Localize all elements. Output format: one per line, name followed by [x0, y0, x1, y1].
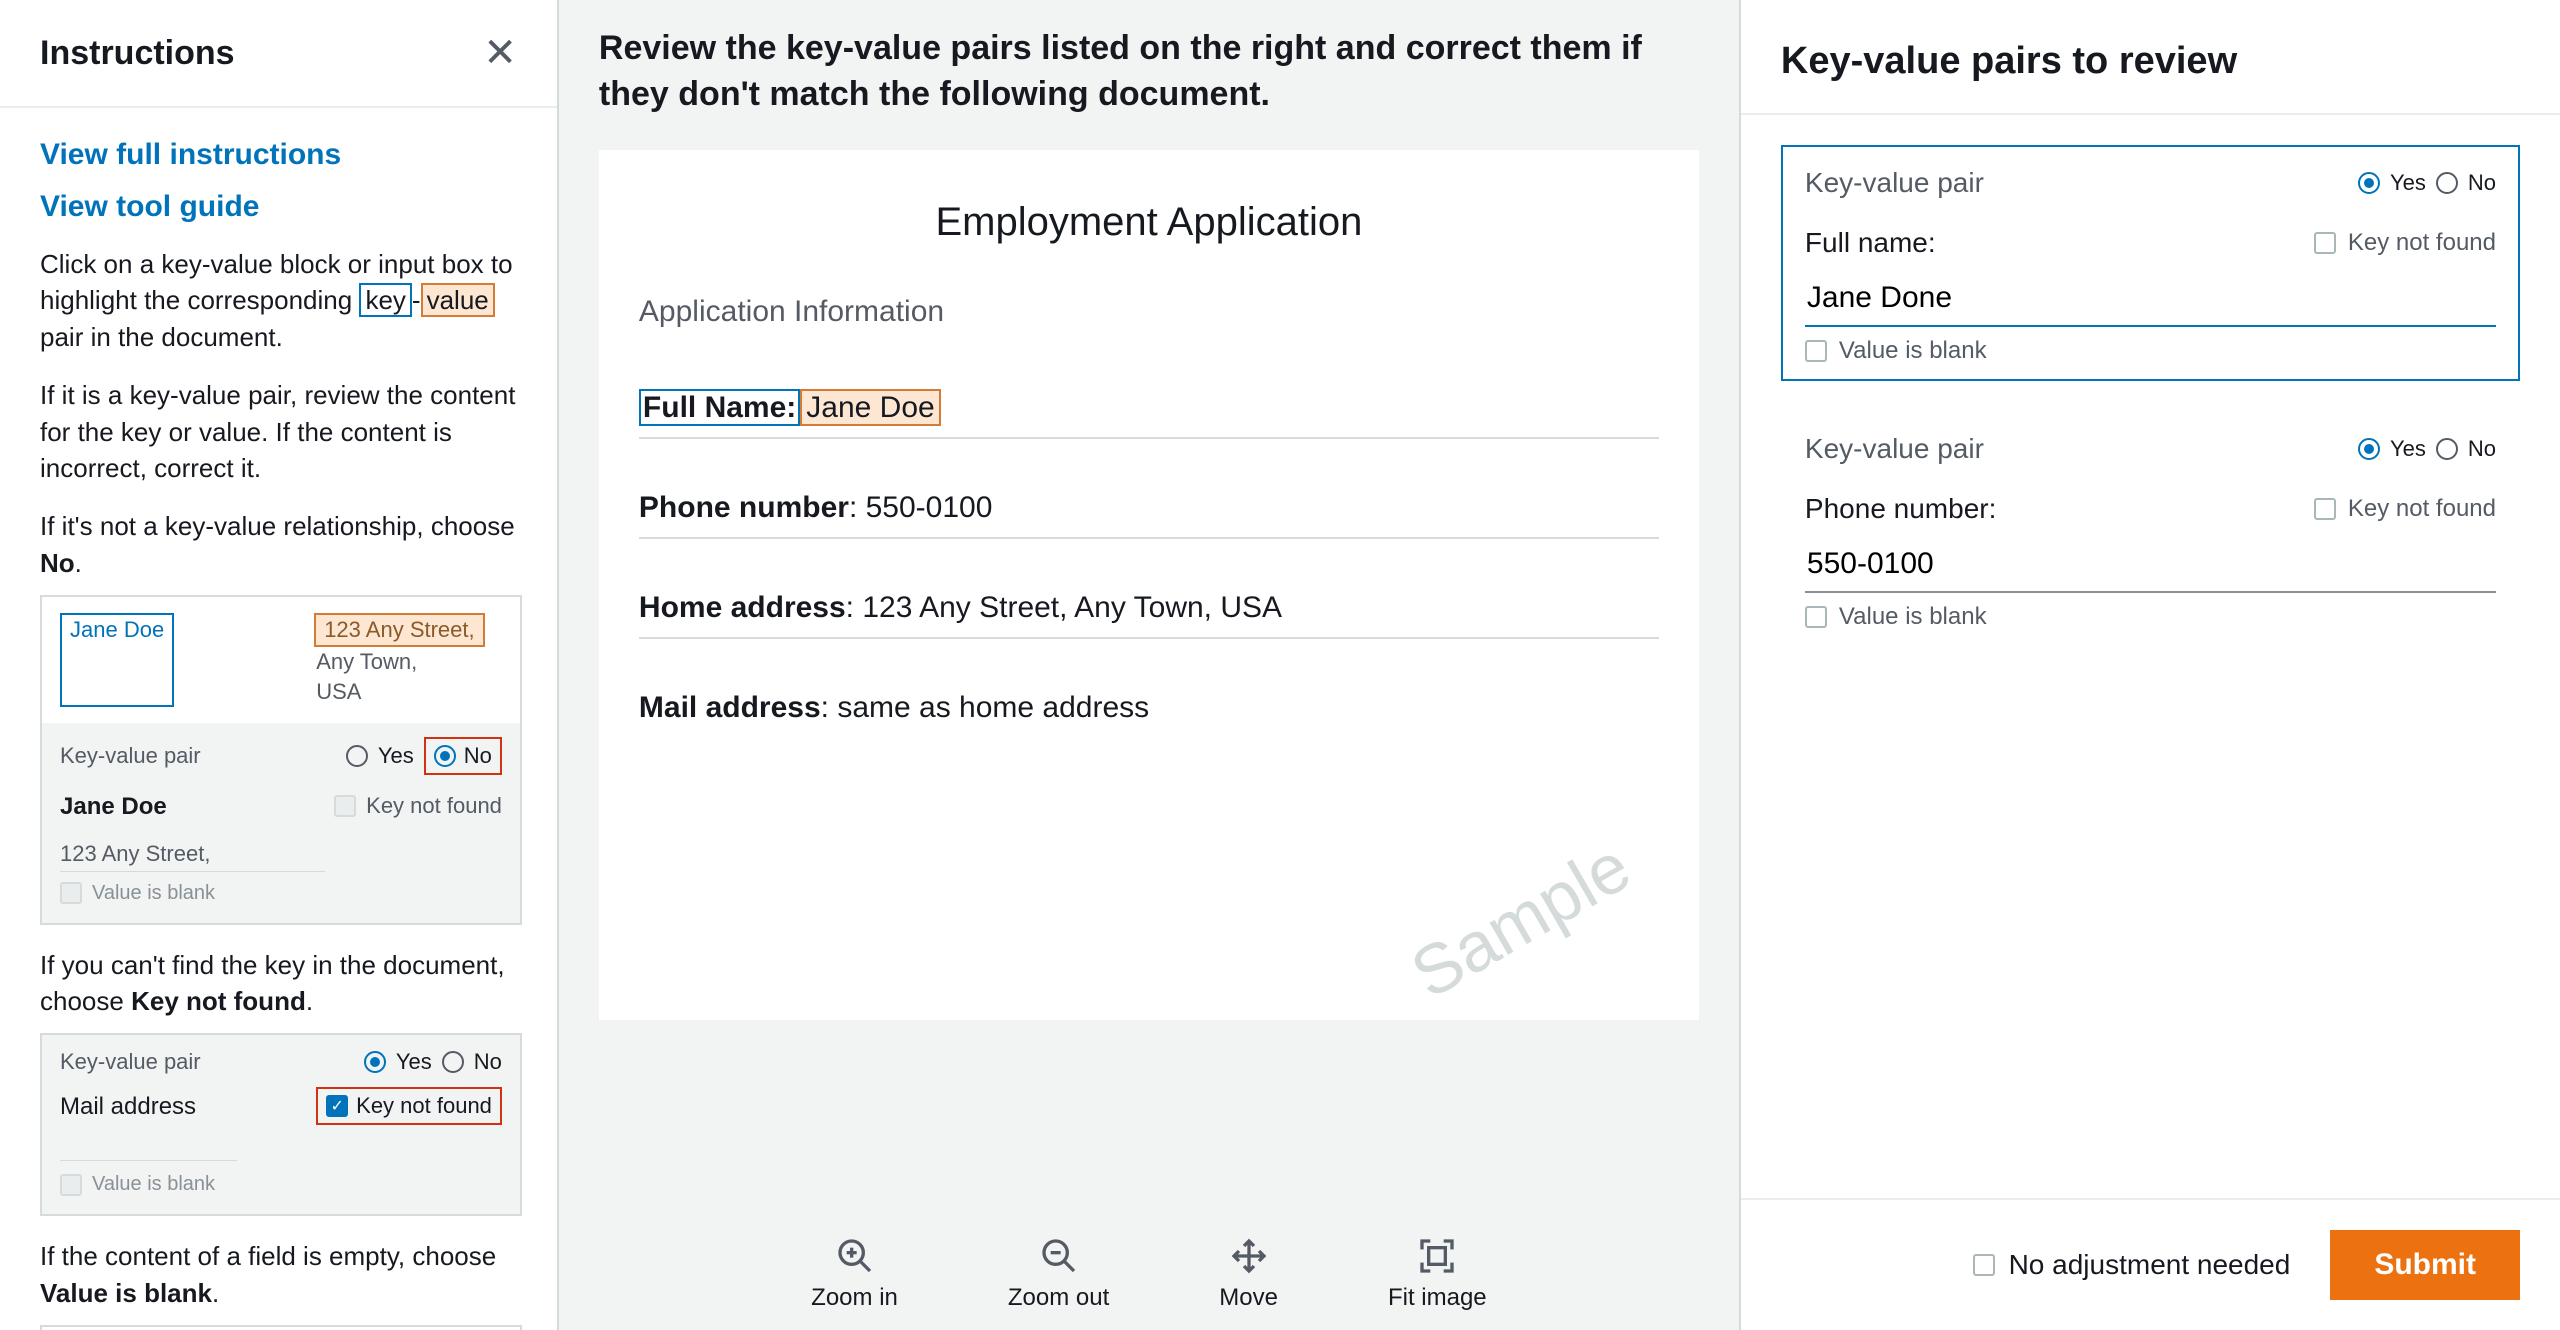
instr-paragraph-1: Click on a key-value block or input box …: [40, 246, 522, 355]
field-home-address: Home address: 123 Any Street, Any Town, …: [639, 579, 1659, 639]
example2-blank-checkbox: [60, 1174, 82, 1196]
doc-title: Employment Application: [639, 200, 1659, 245]
review-panel: Key-value pairs to review Key-value pair…: [1739, 0, 2560, 1330]
example2-radio-no: [442, 1051, 464, 1073]
key-chip: key: [359, 283, 411, 317]
review-footer: No adjustment needed Submit: [1741, 1198, 2560, 1330]
example-radio-no: [434, 745, 456, 767]
review-prompt: Review the key-value pairs listed on the…: [559, 0, 1739, 150]
kv1-value-input[interactable]: [1805, 541, 2496, 593]
example-knf-checkbox: [334, 795, 356, 817]
kv-pair-label: Key-value pair: [1805, 433, 1984, 465]
instructions-panel: Instructions ✕ View full instructions Vi…: [0, 0, 559, 1330]
kv1-blank-checkbox[interactable]: [1805, 606, 1827, 628]
no-adjustment-checkbox[interactable]: [1973, 1254, 1995, 1276]
field-full-name: Full Name:Jane Doe: [639, 379, 1659, 439]
highlight-key: Full Name:: [639, 389, 800, 426]
review-title: Key-value pairs to review: [1741, 0, 2560, 115]
fit-image-button[interactable]: Fit image: [1388, 1236, 1487, 1312]
kv-pair-label: Key-value pair: [1805, 167, 1984, 199]
example2-knf-checkbox: ✓: [326, 1095, 348, 1117]
example-box-1: Jane Doe 123 Any Street, Any Town, USA K…: [40, 595, 522, 924]
zoom-out-icon: [1039, 1236, 1079, 1276]
zoom-in-button[interactable]: Zoom in: [811, 1236, 898, 1312]
value-chip: value: [421, 283, 495, 317]
kv1-knf-checkbox[interactable]: [2314, 498, 2336, 520]
zoom-in-icon: [835, 1236, 875, 1276]
kv1-key: Phone number:: [1805, 493, 1996, 525]
example-address-chip: 123 Any Street,: [314, 613, 484, 647]
kv-card-1[interactable]: Key-value pair Yes No Phone number: Key …: [1781, 411, 2520, 647]
kv0-key: Full name:: [1805, 227, 1936, 259]
instructions-body[interactable]: View full instructions View tool guide C…: [0, 108, 557, 1330]
no-adjustment-label[interactable]: No adjustment needed: [1973, 1249, 2291, 1281]
example-name-chip: Jane Doe: [60, 613, 174, 706]
kv1-radio-no[interactable]: [2436, 438, 2458, 460]
example-blank-checkbox: [60, 882, 82, 904]
fit-image-icon: [1417, 1236, 1457, 1276]
review-body: Key-value pair Yes No Full name: Key not…: [1741, 115, 2560, 1198]
image-toolbar: Zoom in Zoom out Move Fit image: [559, 1206, 1739, 1330]
kv0-radio-no[interactable]: [2436, 172, 2458, 194]
instructions-header: Instructions ✕: [0, 0, 557, 108]
field-phone: Phone number: 550-0100: [639, 479, 1659, 539]
example-box-2: Key-value pair Yes No Mail address ✓Key …: [40, 1033, 522, 1216]
example2-knf-highlight: ✓Key not found: [316, 1087, 502, 1125]
sample-watermark: Sample: [1397, 826, 1643, 1014]
view-full-instructions-link[interactable]: View full instructions: [40, 138, 522, 172]
field-mail-address: Mail address: same as home address: [639, 679, 1659, 737]
instr-paragraph-4: If you can't find the key in the documen…: [40, 947, 522, 1020]
kv0-blank-checkbox[interactable]: [1805, 340, 1827, 362]
move-icon: [1229, 1236, 1269, 1276]
example2-radio-yes: [364, 1051, 386, 1073]
kv0-knf-checkbox[interactable]: [2314, 232, 2336, 254]
instr-paragraph-5: If the content of a field is empty, choo…: [40, 1238, 522, 1311]
kv1-radio-yes[interactable]: [2358, 438, 2380, 460]
example-no-highlight: No: [424, 737, 502, 775]
close-icon[interactable]: ✕: [483, 30, 517, 76]
kv0-value-input[interactable]: [1805, 275, 2496, 327]
kv-card-0[interactable]: Key-value pair Yes No Full name: Key not…: [1781, 145, 2520, 381]
move-button[interactable]: Move: [1219, 1236, 1278, 1312]
example-radio-yes: [346, 745, 368, 767]
example-box-3: Cell number: [40, 1325, 522, 1330]
view-tool-guide-link[interactable]: View tool guide: [40, 190, 522, 224]
doc-subtitle: Application Information: [639, 295, 1659, 329]
instr-paragraph-2: If it is a key-value pair, review the co…: [40, 377, 522, 486]
instructions-title: Instructions: [40, 34, 235, 73]
instr-paragraph-3: If it's not a key-value relationship, ch…: [40, 508, 522, 581]
document-preview[interactable]: Employment Application Application Infor…: [599, 150, 1699, 1020]
highlight-value: Jane Doe: [800, 389, 940, 426]
zoom-out-button[interactable]: Zoom out: [1008, 1236, 1109, 1312]
document-panel: Review the key-value pairs listed on the…: [559, 0, 1739, 1330]
kv0-radio-yes[interactable]: [2358, 172, 2380, 194]
submit-button[interactable]: Submit: [2330, 1230, 2520, 1300]
